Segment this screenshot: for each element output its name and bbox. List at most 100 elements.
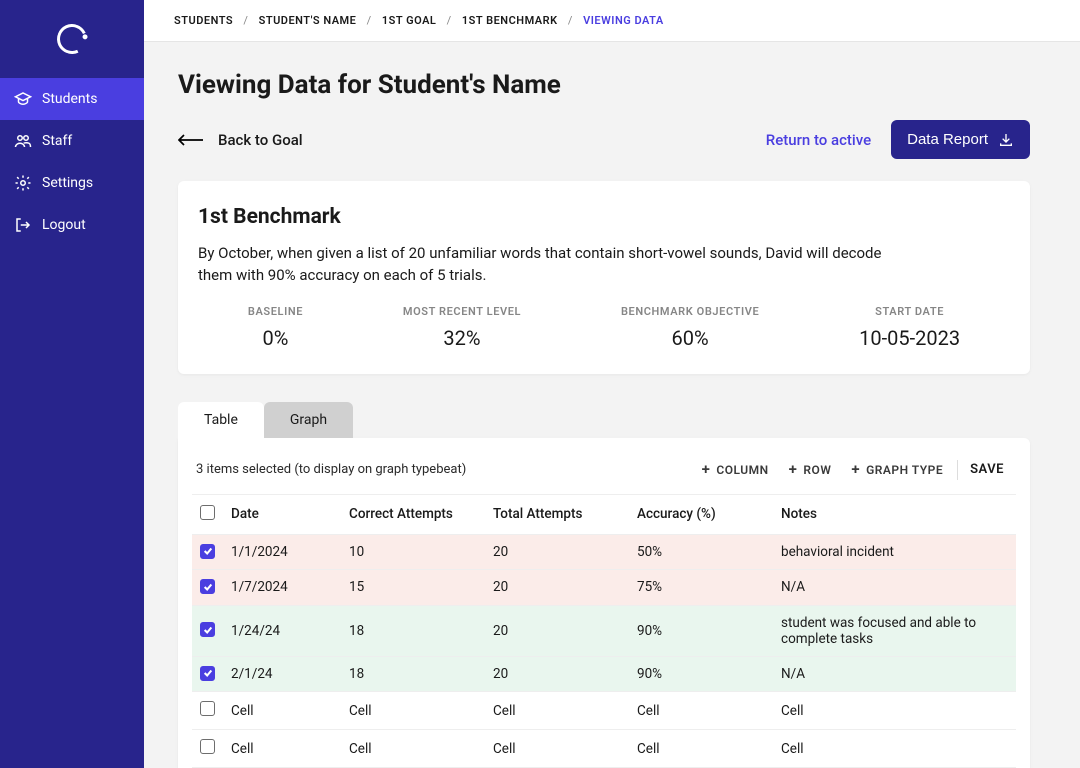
tab-table[interactable]: Table bbox=[178, 402, 264, 438]
column-header[interactable]: Date bbox=[223, 495, 341, 535]
breadcrumb-item[interactable]: STUDENT'S NAME bbox=[259, 14, 357, 27]
row-checkbox[interactable] bbox=[200, 739, 215, 754]
table-cell[interactable]: Cell bbox=[341, 730, 485, 768]
logout-icon bbox=[14, 216, 32, 234]
arrow-left-icon bbox=[178, 134, 204, 146]
table-row: 1/7/2024152075%N/A bbox=[192, 570, 1016, 606]
column-header[interactable]: Total Attempts bbox=[485, 495, 629, 535]
breadcrumb-item[interactable]: STUDENTS bbox=[174, 14, 233, 27]
stat-block: MOST RECENT LEVEL 32% bbox=[403, 305, 521, 350]
stat-block: BASELINE0% bbox=[248, 305, 303, 350]
benchmark-description: By October, when given a list of 20 unfa… bbox=[198, 243, 898, 287]
graduation-cap-icon bbox=[14, 90, 32, 108]
add-graph-type-button[interactable]: + GRAPH TYPE bbox=[841, 462, 953, 477]
stat-value: 0% bbox=[248, 326, 303, 350]
stat-block: BENCHMARK OBJECTIVE60% bbox=[621, 305, 759, 350]
sidebar-item-label: Students bbox=[42, 91, 97, 107]
breadcrumb-item[interactable]: 1ST GOAL bbox=[382, 14, 436, 27]
table-cell[interactable]: 15 bbox=[341, 570, 485, 606]
table-cell[interactable]: 20 bbox=[485, 656, 629, 692]
stat-value: 10-05-2023 bbox=[859, 326, 960, 350]
app-logo-icon bbox=[53, 20, 91, 58]
download-icon bbox=[998, 132, 1014, 148]
breadcrumb-item[interactable]: 1ST BENCHMARK bbox=[462, 14, 558, 27]
plus-icon: + bbox=[851, 462, 860, 477]
table-row: 1/1/2024102050%behavioral incident bbox=[192, 534, 1016, 570]
tab-graph[interactable]: Graph bbox=[264, 402, 353, 438]
breadcrumb: STUDENTS / STUDENT'S NAME / 1ST GOAL / 1… bbox=[144, 0, 1080, 42]
view-tabs: Table Graph bbox=[178, 402, 1030, 438]
breadcrumb-separator: / bbox=[367, 14, 372, 27]
sidebar-item-logout[interactable]: Logout bbox=[0, 204, 144, 246]
stat-label: MOST RECENT LEVEL bbox=[403, 305, 521, 318]
back-to-goal-link[interactable]: Back to Goal bbox=[178, 131, 303, 149]
sidebar-item-label: Settings bbox=[42, 175, 93, 191]
table-row: CellCellCellCellCell bbox=[192, 692, 1016, 730]
table-cell[interactable]: behavioral incident bbox=[773, 534, 1016, 570]
row-checkbox[interactable] bbox=[200, 701, 215, 716]
row-checkbox[interactable] bbox=[200, 666, 215, 681]
select-all-checkbox[interactable] bbox=[200, 505, 215, 520]
return-to-active-link[interactable]: Return to active bbox=[766, 131, 871, 149]
row-checkbox[interactable] bbox=[200, 622, 215, 637]
table-cell[interactable]: Cell bbox=[223, 692, 341, 730]
table-cell[interactable]: 90% bbox=[629, 656, 773, 692]
row-checkbox[interactable] bbox=[200, 579, 215, 594]
add-column-button[interactable]: + COLUMN bbox=[692, 462, 779, 477]
table-row: 2/1/24182090%N/A bbox=[192, 656, 1016, 692]
sidebar-item-students[interactable]: Students bbox=[0, 78, 144, 120]
table-cell[interactable]: 20 bbox=[485, 534, 629, 570]
table-cell[interactable]: 2/1/24 bbox=[223, 656, 341, 692]
table-cell[interactable]: Cell bbox=[341, 692, 485, 730]
sidebar-item-staff[interactable]: Staff bbox=[0, 120, 144, 162]
table-cell[interactable]: 1/7/2024 bbox=[223, 570, 341, 606]
column-header[interactable]: Notes bbox=[773, 495, 1016, 535]
plus-icon: + bbox=[702, 462, 711, 477]
plus-icon: + bbox=[789, 462, 798, 477]
table-cell[interactable]: 1/1/2024 bbox=[223, 534, 341, 570]
save-button[interactable]: SAVE bbox=[962, 462, 1012, 477]
table-cell[interactable]: 1/24/24 bbox=[223, 605, 341, 656]
column-header[interactable]: Accuracy (%) bbox=[629, 495, 773, 535]
table-toolbar: 3 items selected (to display on graph ty… bbox=[192, 460, 1016, 495]
table-cell[interactable]: 20 bbox=[485, 570, 629, 606]
table-cell[interactable]: Cell bbox=[629, 692, 773, 730]
add-row-button[interactable]: + ROW bbox=[779, 462, 842, 477]
data-report-button[interactable]: Data Report bbox=[891, 120, 1030, 159]
table-cell[interactable]: 20 bbox=[485, 605, 629, 656]
stat-value: 32% bbox=[403, 326, 521, 350]
table-cell[interactable]: Cell bbox=[773, 692, 1016, 730]
stat-block: START DATE 10-05-2023 bbox=[859, 305, 960, 350]
benchmark-title: 1st Benchmark bbox=[198, 205, 1010, 229]
table-cell[interactable]: N/A bbox=[773, 656, 1016, 692]
table-cell[interactable]: N/A bbox=[773, 570, 1016, 606]
table-cell[interactable]: 18 bbox=[341, 656, 485, 692]
row-checkbox[interactable] bbox=[200, 544, 215, 559]
breadcrumb-separator: / bbox=[243, 14, 248, 27]
table-cell[interactable]: Cell bbox=[773, 730, 1016, 768]
table-cell[interactable]: Cell bbox=[629, 730, 773, 768]
table-cell[interactable]: student was focused and able to complete… bbox=[773, 605, 1016, 656]
table-row: CellCellCellCellCell bbox=[192, 730, 1016, 768]
table-cell[interactable]: Cell bbox=[485, 692, 629, 730]
users-icon bbox=[14, 132, 32, 150]
table-cell[interactable]: 75% bbox=[629, 570, 773, 606]
benchmark-card: 1st Benchmark By October, when given a l… bbox=[178, 181, 1030, 374]
logo-box bbox=[0, 0, 144, 78]
table-cell[interactable]: 50% bbox=[629, 534, 773, 570]
add-column-label: COLUMN bbox=[716, 463, 768, 477]
main-content: STUDENTS / STUDENT'S NAME / 1ST GOAL / 1… bbox=[144, 0, 1080, 768]
add-graph-type-label: GRAPH TYPE bbox=[866, 463, 943, 477]
data-table-card: 3 items selected (to display on graph ty… bbox=[178, 438, 1030, 768]
column-header[interactable]: Correct Attempts bbox=[341, 495, 485, 535]
sidebar-item-settings[interactable]: Settings bbox=[0, 162, 144, 204]
table-cell[interactable]: 10 bbox=[341, 534, 485, 570]
table-cell[interactable]: Cell bbox=[485, 730, 629, 768]
table-cell[interactable]: Cell bbox=[223, 730, 341, 768]
data-table: Date Correct Attempts Total Attempts Acc… bbox=[192, 495, 1016, 768]
gear-icon bbox=[14, 174, 32, 192]
stat-label: BENCHMARK OBJECTIVE bbox=[621, 305, 759, 318]
stat-label: START DATE bbox=[859, 305, 960, 318]
table-cell[interactable]: 90% bbox=[629, 605, 773, 656]
table-cell[interactable]: 18 bbox=[341, 605, 485, 656]
